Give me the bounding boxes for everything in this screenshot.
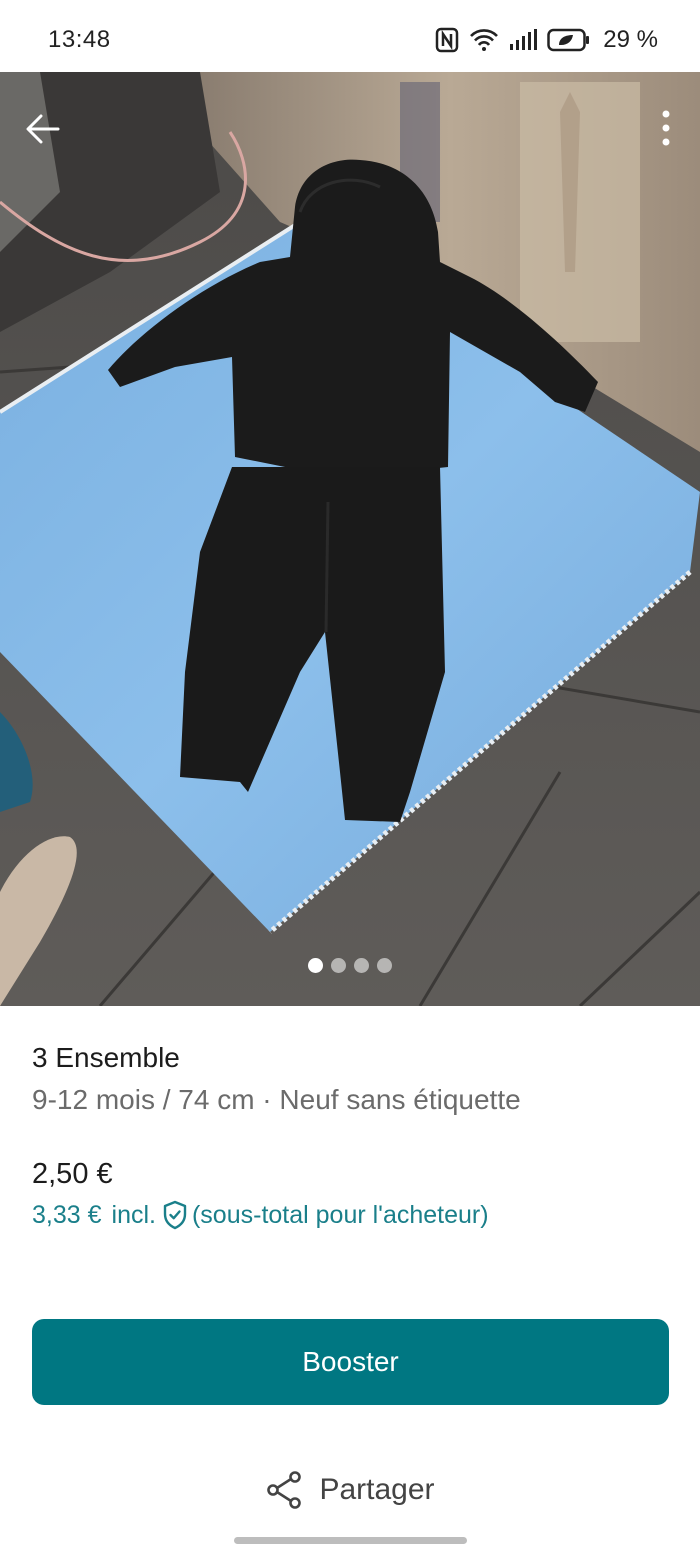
carousel-dot[interactable] <box>354 958 369 973</box>
buyer-note: (sous-total pour l'acheteur) <box>191 1200 489 1229</box>
battery-percent: 29 % <box>603 26 658 53</box>
wifi-icon <box>469 28 499 52</box>
status-bar: 13:48 29 % <box>0 0 700 72</box>
signal-icon <box>509 29 538 51</box>
more-vertical-icon <box>662 110 670 146</box>
carousel-dot[interactable] <box>331 958 346 973</box>
status-time: 13:48 <box>48 26 111 53</box>
photo-scene <box>0 72 700 1006</box>
nfc-icon <box>435 27 459 53</box>
item-info: 3 Ensemble 9-12 mois / 74 cm · Neuf sans… <box>32 1040 672 1118</box>
buyer-price: 3,33 € <box>32 1200 102 1229</box>
buyer-price-line[interactable]: 3,33 € incl. (sous-total pour l'acheteur… <box>32 1200 489 1230</box>
carousel-dot[interactable] <box>377 958 392 973</box>
share-label: Partager <box>319 1473 435 1506</box>
back-button[interactable] <box>20 106 66 152</box>
booster-button[interactable]: Booster <box>32 1319 669 1405</box>
buyer-incl: incl. <box>111 1200 156 1229</box>
carousel-indicator <box>0 958 700 973</box>
more-options-button[interactable] <box>656 102 676 154</box>
item-details: 9-12 mois / 74 cm · Neuf sans étiquette <box>32 1084 521 1115</box>
home-indicator[interactable] <box>234 1537 467 1544</box>
item-photo[interactable] <box>0 72 700 1006</box>
battery-icon <box>547 28 591 52</box>
item-price: 2,50 € <box>32 1158 113 1190</box>
item-title: 3 Ensemble <box>32 1042 180 1073</box>
back-arrow-icon <box>26 114 60 144</box>
status-icons: 29 % <box>435 24 658 56</box>
share-button[interactable]: Partager <box>0 1470 700 1510</box>
carousel-dot-active[interactable] <box>308 958 323 973</box>
shield-icon <box>162 1200 188 1230</box>
share-icon <box>267 1471 302 1509</box>
